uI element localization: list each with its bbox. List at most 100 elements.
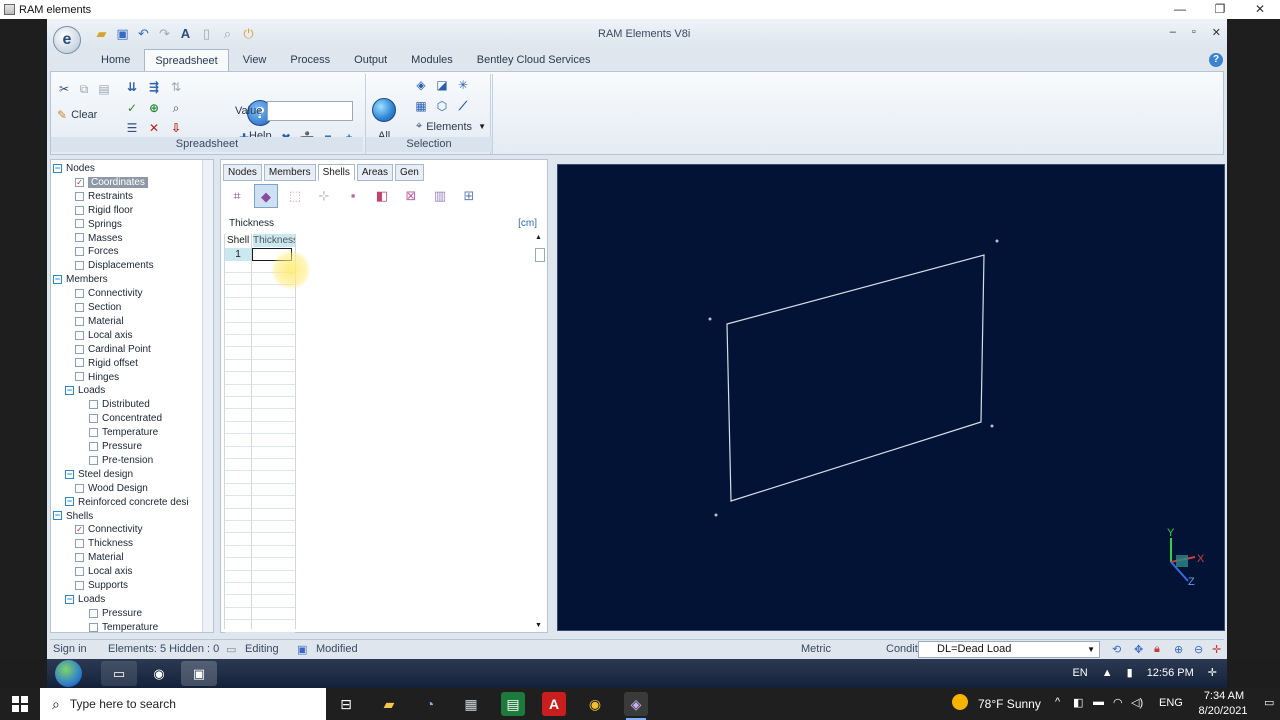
node-point[interactable] xyxy=(714,513,718,517)
tree-item[interactable]: Connectivity xyxy=(75,287,142,301)
row-1-thickness-cell[interactable] xyxy=(252,248,292,261)
select-member-icon[interactable]: ◪ xyxy=(433,76,451,94)
tree-item[interactable]: − Steel design xyxy=(65,468,133,482)
grid-row[interactable] xyxy=(225,509,295,521)
grid-row[interactable] xyxy=(225,608,295,621)
node-point[interactable] xyxy=(708,317,712,321)
grid-row[interactable] xyxy=(225,385,295,397)
tree-item[interactable]: Restraints xyxy=(75,190,133,204)
ram-connection-icon[interactable]: ◔ xyxy=(418,692,442,716)
inner-explorer-icon[interactable]: ▭ xyxy=(101,661,137,686)
expander-icon[interactable]: − xyxy=(65,594,74,604)
shell-local-axis-icon[interactable]: ⊹ xyxy=(312,184,336,208)
checkbox-icon[interactable] xyxy=(89,400,98,410)
start-icon[interactable] xyxy=(12,696,28,712)
tree-item[interactable]: − Loads xyxy=(65,593,105,607)
fill-down-icon[interactable]: ⇶ xyxy=(145,78,163,96)
tab-home[interactable]: Home xyxy=(91,49,140,71)
view-rotate-icon[interactable]: ⟲ xyxy=(1112,643,1121,656)
app-restore-icon[interactable]: ▫ xyxy=(1192,26,1196,39)
battery-icon[interactable]: ▬ xyxy=(1093,696,1104,708)
task-view-icon[interactable]: ⊟ xyxy=(334,692,358,716)
weather-text[interactable]: 78°F Sunny xyxy=(978,697,1041,711)
select-group-icon[interactable]: ⬡ xyxy=(433,97,451,115)
sheet-scrollbar[interactable]: ▲ ▼ xyxy=(535,234,545,629)
checkbox-icon[interactable] xyxy=(89,427,98,437)
grid-row[interactable] xyxy=(225,621,295,633)
expander-icon[interactable]: − xyxy=(53,275,62,285)
tree-item[interactable]: Material xyxy=(75,551,124,565)
expander-icon[interactable]: − xyxy=(65,469,74,479)
close-icon[interactable]: ✕ xyxy=(1240,0,1280,19)
select-area-icon[interactable]: ▦ xyxy=(412,97,430,115)
document-icon[interactable]: ▯ xyxy=(198,25,215,42)
zoom-in-icon[interactable]: ⊕ xyxy=(1174,643,1183,656)
tree-item[interactable]: Pressure xyxy=(89,440,142,454)
tree-item[interactable]: Cardinal Point xyxy=(75,343,151,357)
model-viewport[interactable]: Y X Z xyxy=(557,164,1225,631)
sheet-tab-members[interactable]: Members xyxy=(263,164,316,181)
tree-item[interactable]: ✓ Connectivity xyxy=(75,523,142,537)
expander-icon[interactable]: − xyxy=(65,386,74,396)
tree-item[interactable]: − Loads xyxy=(65,384,105,398)
conditions-select[interactable]: DL=Dead Load ▼ xyxy=(918,641,1100,658)
grid-row[interactable] xyxy=(225,497,295,509)
language-indicator[interactable]: ENG xyxy=(1159,697,1183,709)
help-icon[interactable]: ? xyxy=(1209,53,1223,67)
checkbox-icon[interactable] xyxy=(89,414,98,424)
view-lock-icon[interactable]: 🔒︎ xyxy=(1154,643,1160,656)
units-select[interactable]: Metric xyxy=(801,643,831,655)
tree-item[interactable]: Displacements xyxy=(75,259,154,273)
clock-date[interactable]: 8/20/2021 xyxy=(1190,705,1256,717)
shell-supports-icon[interactable]: ▪ xyxy=(341,184,365,208)
select-invert-icon[interactable]: ⟋ xyxy=(454,97,472,115)
weather-icon[interactable] xyxy=(952,694,968,710)
checkbox-icon[interactable] xyxy=(75,288,84,298)
expander-icon[interactable]: − xyxy=(53,163,62,173)
notifications-icon[interactable]: ▭ xyxy=(1264,696,1274,709)
grid-row[interactable] xyxy=(225,261,295,273)
tab-spreadsheet[interactable]: Spreadsheet xyxy=(144,49,229,71)
power-icon[interactable]: ⏻ xyxy=(240,25,257,42)
scroll-thumb[interactable] xyxy=(535,248,545,262)
checkbox-icon[interactable] xyxy=(75,261,84,271)
grid-row[interactable] xyxy=(225,447,295,459)
checkbox-icon[interactable] xyxy=(89,608,98,618)
open-folder-icon[interactable]: ▰ xyxy=(93,25,110,42)
column-header-thickness[interactable]: Thickness xyxy=(253,234,295,247)
checkbox-icon[interactable] xyxy=(75,483,84,493)
grid-row[interactable] xyxy=(225,534,295,546)
node-point[interactable] xyxy=(995,239,999,243)
acrobat-icon[interactable]: A xyxy=(542,692,566,716)
checkbox-icon[interactable] xyxy=(75,539,84,549)
shell-mesh-icon[interactable]: ⊞ xyxy=(457,184,481,208)
sort-icon[interactable]: ⇅ xyxy=(167,78,185,96)
tree-item[interactable]: Wood Design xyxy=(75,482,148,496)
tree-scrollbar[interactable] xyxy=(202,160,213,632)
move-icon[interactable]: ✛ xyxy=(1212,643,1221,656)
grid-row[interactable] xyxy=(225,459,295,472)
expander-icon[interactable]: − xyxy=(53,511,62,521)
tree-item[interactable]: Material xyxy=(75,315,124,329)
shell-outline[interactable] xyxy=(726,254,985,502)
tree-item[interactable]: Concentrated xyxy=(89,412,162,426)
tray-chevron-icon[interactable]: ^ xyxy=(1055,696,1060,708)
select-node-icon[interactable]: ◈ xyxy=(412,76,430,94)
chrome-icon[interactable]: ◉ xyxy=(583,692,607,716)
grid-row[interactable] xyxy=(225,311,295,323)
sheet-tab-areas[interactable]: Areas xyxy=(356,164,393,181)
excel-icon[interactable]: ▤ xyxy=(501,692,525,716)
insert-row-icon[interactable]: ⇊ xyxy=(123,78,141,96)
tree-item[interactable]: Rigid offset xyxy=(75,357,138,371)
checkbox-icon[interactable] xyxy=(75,219,84,229)
restore-icon[interactable]: ❐ xyxy=(1200,0,1240,19)
check-icon[interactable]: ✓ xyxy=(123,99,141,117)
undo-icon[interactable]: ↶ xyxy=(135,25,152,42)
checkbox-icon[interactable] xyxy=(75,358,84,368)
grid-row[interactable] xyxy=(225,472,295,484)
tab-output[interactable]: Output xyxy=(344,49,397,71)
checkbox-icon[interactable] xyxy=(75,553,84,563)
ram-elements-taskbar-icon[interactable]: ◈ xyxy=(624,692,648,720)
expander-icon[interactable]: − xyxy=(65,497,74,507)
grid-row[interactable] xyxy=(225,373,295,385)
